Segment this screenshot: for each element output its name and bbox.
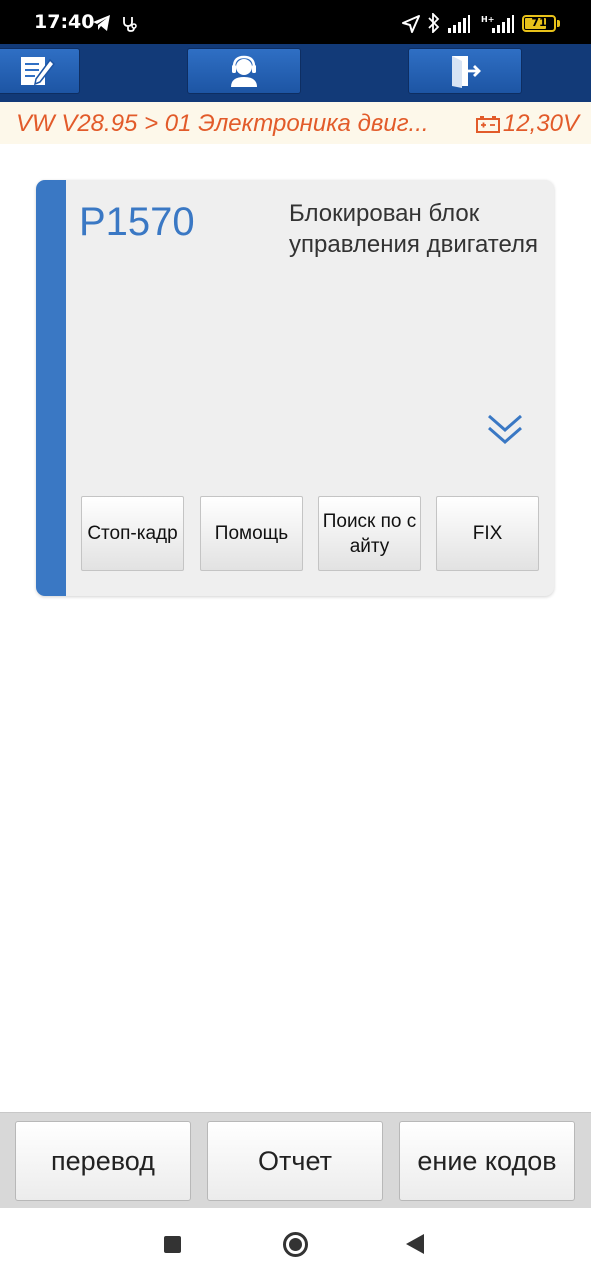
signal-icon — [448, 15, 470, 33]
edit-icon — [21, 57, 55, 86]
telegram-icon — [93, 15, 110, 31]
support-agent-icon — [231, 55, 257, 87]
translate-button[interactable]: перевод — [15, 1121, 191, 1201]
clear-codes-button[interactable]: ение кодов — [399, 1121, 575, 1201]
fix-button[interactable]: FIX — [436, 496, 539, 571]
location-icon — [402, 15, 420, 33]
clear-codes-label: ение кодов — [417, 1145, 557, 1176]
card-accent-bar — [36, 180, 66, 596]
support-button[interactable] — [187, 48, 301, 94]
chevron-double-down-icon[interactable] — [486, 412, 524, 448]
report-label: Отчет — [258, 1145, 332, 1176]
freeze-frame-button[interactable]: Стоп-кадр — [81, 496, 184, 571]
vehicle-path: VW V28.95 > 01 Электроника двиг... — [16, 110, 429, 137]
translate-label: перевод — [51, 1145, 155, 1176]
clock: 17:40 — [34, 11, 95, 33]
stethoscope-icon — [123, 17, 137, 32]
dtc-description: Блокирован блок управления двигателя — [289, 200, 539, 258]
car-battery-icon — [475, 116, 500, 133]
battery-icon: 71 — [522, 15, 556, 32]
bluetooth-icon — [428, 13, 440, 33]
recents-icon[interactable] — [164, 1236, 181, 1253]
exit-icon — [452, 56, 481, 88]
bottom-action-bar: перевод Отчет ение кодов — [0, 1112, 591, 1208]
battery-nub — [557, 20, 560, 27]
home-icon[interactable] — [283, 1232, 308, 1257]
exit-button[interactable] — [408, 48, 522, 94]
status-bar: 17:40 H+ 71 — [0, 0, 591, 44]
voltage-readout: 12,30V — [475, 110, 579, 138]
svg-text:H+: H+ — [481, 15, 494, 24]
voltage-value: 12,30V — [502, 110, 579, 137]
dtc-code: P1570 — [79, 200, 195, 244]
battery-level: 71 — [531, 16, 547, 29]
dtc-card: P1570 Блокирован блок управления двигате… — [36, 180, 554, 596]
toolbar — [0, 44, 591, 102]
signal-hplus-icon: H+ — [481, 15, 514, 33]
navigation-bar — [0, 1208, 591, 1280]
report-button[interactable]: Отчет — [207, 1121, 383, 1201]
back-icon[interactable] — [406, 1234, 424, 1254]
site-search-button[interactable]: Поиск по сайту — [318, 496, 421, 571]
edit-button[interactable] — [0, 48, 80, 94]
help-button[interactable]: Помощь — [200, 496, 303, 571]
vehicle-path-bar: VW V28.95 > 01 Электроника двиг... 12,30… — [0, 102, 591, 144]
